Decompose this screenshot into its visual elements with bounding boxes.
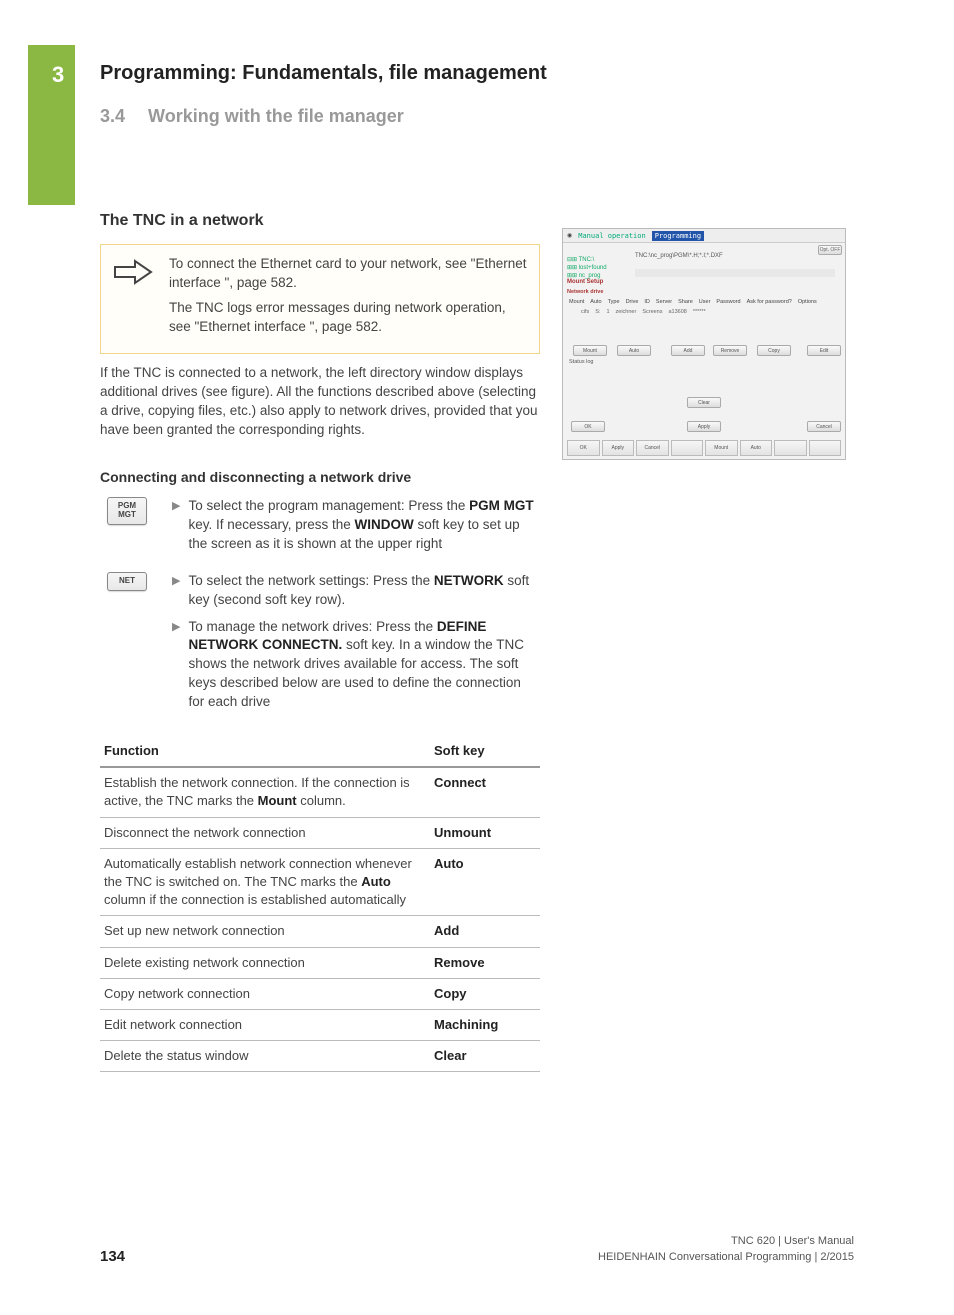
mode-manual: Manual operation: [578, 232, 645, 240]
sk-cell: Copy: [430, 978, 540, 1009]
fig-titlebar: ◉ Manual operation Programming: [563, 229, 845, 243]
table-row: Delete the status windowClear: [100, 1041, 540, 1072]
footer-line1: TNC 620 | User's Manual: [598, 1234, 854, 1249]
fig-mount-hdr: Mount Setup: [567, 279, 603, 285]
fig-btn-copy: Copy: [757, 345, 791, 356]
sk-cell: Connect: [430, 767, 540, 817]
fig-btn-ok: OK: [571, 421, 605, 432]
fig-tree: ⊟⊞ TNC:\ ⊞⊞ lost+found ⊞⊞ nc_prog: [567, 257, 629, 280]
bullet-item: ▶ To manage the network drives: Press th…: [172, 618, 540, 712]
fig-columns: MountAutoTypeDriveIDServerShareUserPassw…: [569, 299, 839, 305]
fn-cell: Delete the status window: [100, 1041, 430, 1072]
table-row: Automatically establish network connecti…: [100, 848, 540, 916]
table-row: Disconnect the network connectionUnmount: [100, 817, 540, 848]
table-row: Edit network connectionMachining: [100, 1009, 540, 1040]
fig-bar: [635, 269, 835, 277]
page-number: 134: [100, 1248, 125, 1265]
fig-row: cifsS:1zeichnerScreensa13608******: [569, 309, 839, 315]
fn-cell: Automatically establish network connecti…: [100, 848, 430, 916]
key-label: PGM MGT: [107, 497, 147, 525]
fig-softkey: OK: [567, 440, 600, 456]
screenshot-figure: ◉ Manual operation Programming Opt. OFF …: [562, 228, 846, 460]
sk-cell: Clear: [430, 1041, 540, 1072]
arrow-right-icon: [111, 255, 155, 289]
fig-btn-auto: Auto: [617, 345, 651, 356]
softkey-table: Function Soft key Establish the network …: [100, 736, 540, 1072]
fn-cell: Disconnect the network connection: [100, 817, 430, 848]
fig-btn-cancel: Cancel: [807, 421, 841, 432]
fn-cell: Establish the network connection. If the…: [100, 767, 430, 817]
fig-btn-add: Add: [671, 345, 705, 356]
note-p2: The TNC logs error messages during netwo…: [169, 299, 529, 337]
note-p1: To connect the Ethernet card to your net…: [169, 255, 529, 293]
chapter-title: Programming: Fundamentals, file manageme…: [100, 62, 547, 85]
fig-btn-clear: Clear: [687, 397, 721, 408]
note-box: To connect the Ethernet card to your net…: [100, 244, 540, 354]
bullet-text: To select the network settings: Press th…: [188, 572, 540, 610]
note-text: To connect the Ethernet card to your net…: [169, 255, 529, 343]
fig-softkey: Apply: [602, 440, 635, 456]
fig-statuslog: Status log: [569, 359, 593, 365]
fig-softkey: [774, 440, 807, 456]
fig-btn-mount: Mount: [573, 345, 607, 356]
triangle-icon: ▶: [172, 574, 180, 610]
footer-line2: HEIDENHAIN Conversational Programming | …: [598, 1250, 854, 1265]
footer-right: TNC 620 | User's Manual HEIDENHAIN Conve…: [598, 1234, 854, 1265]
triangle-icon: ▶: [172, 620, 180, 712]
table-row: Set up new network connectionAdd: [100, 916, 540, 947]
step-2: NET ▶ To select the network settings: Pr…: [100, 572, 540, 720]
mode-icon: ◉: [567, 232, 572, 239]
fig-group: Network drive: [567, 289, 603, 295]
mode-programming: Programming: [652, 231, 704, 241]
fig-softkey: Mount: [705, 440, 738, 456]
sk-cell: Add: [430, 916, 540, 947]
main-content: The TNC in a network To connect the Ethe…: [100, 200, 540, 1072]
key-label: NET: [107, 572, 147, 591]
pgm-mgt-key-icon: PGM MGT: [100, 497, 154, 525]
triangle-icon: ▶: [172, 499, 180, 554]
fig-btn-apply: Apply: [687, 421, 721, 432]
bullet-text: To select the program management: Press …: [188, 497, 540, 554]
fig-softkey: Cancel: [636, 440, 669, 456]
section-number: 3.4: [100, 106, 125, 126]
heading-connect: Connecting and disconnecting a network d…: [100, 468, 540, 488]
net-key-icon: NET: [100, 572, 154, 591]
fig-btn-remove: Remove: [713, 345, 747, 356]
section-heading: 3.4 Working with the file manager: [100, 106, 404, 127]
fn-cell: Copy network connection: [100, 978, 430, 1009]
sk-cell: Remove: [430, 947, 540, 978]
bullet-item: ▶ To select the program management: Pres…: [172, 497, 540, 554]
chapter-number: 3: [52, 62, 64, 88]
fig-path: TNC:\nc_prog\PGM\*.H;*.I;*.DXF: [635, 253, 825, 259]
fn-cell: Edit network connection: [100, 1009, 430, 1040]
fig-softkey: [809, 440, 842, 456]
fn-cell: Set up new network connection: [100, 916, 430, 947]
fn-cell: Delete existing network connection: [100, 947, 430, 978]
page-footer: 134 TNC 620 | User's Manual HEIDENHAIN C…: [100, 1234, 854, 1265]
fig-softkey: Auto: [740, 440, 773, 456]
table-row: Establish the network connection. If the…: [100, 767, 540, 817]
sk-cell: Machining: [430, 1009, 540, 1040]
sk-cell: Auto: [430, 848, 540, 916]
fig-btn-edit: Edit: [807, 345, 841, 356]
col-softkey: Soft key: [430, 736, 540, 767]
step-1: PGM MGT ▶ To select the program manageme…: [100, 497, 540, 562]
bullet-text: To manage the network drives: Press the …: [188, 618, 540, 712]
sk-cell: Unmount: [430, 817, 540, 848]
bullet-item: ▶ To select the network settings: Press …: [172, 572, 540, 610]
fig-softkeys: OKApplyCancel MountAuto: [567, 440, 841, 456]
col-function: Function: [100, 736, 430, 767]
table-row: Delete existing network connectionRemove: [100, 947, 540, 978]
section-title: Working with the file manager: [148, 106, 404, 126]
heading-network: The TNC in a network: [100, 210, 540, 232]
table-row: Copy network connectionCopy: [100, 978, 540, 1009]
fig-softkey: [671, 440, 704, 456]
body-paragraph: If the TNC is connected to a network, th…: [100, 364, 540, 440]
